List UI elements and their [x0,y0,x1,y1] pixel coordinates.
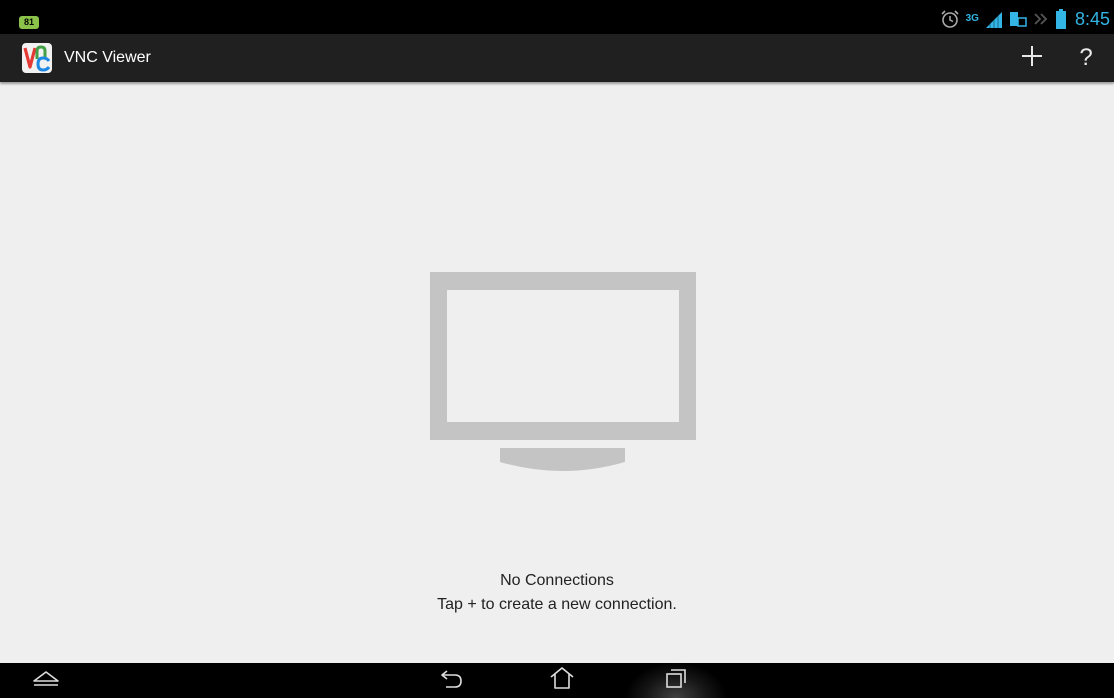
recent-apps-icon [664,667,688,694]
battery-icon [1055,8,1067,30]
empty-state-title: No Connections [500,572,614,589]
android-screen: 81 3G 8:45 VNC Viewer ? No Connections T… [0,0,1114,698]
sim-icon [1009,9,1027,29]
back-button[interactable] [428,663,476,698]
back-icon [439,667,465,694]
help-button[interactable]: ? [1062,34,1110,82]
alarm-icon [940,9,960,29]
clock: 8:45 [1074,9,1110,29]
status-icons: 3G 8:45 [940,6,1110,32]
network-type-label: 3G [965,13,979,24]
app-title: VNC Viewer [64,49,151,66]
menu-chevron-icon [31,668,61,693]
help-icon: ? [1079,44,1093,71]
data-arrows-icon [1033,9,1049,29]
home-button[interactable] [538,663,586,698]
status-bar: 81 3G 8:45 [0,0,1114,34]
plus-icon [1021,45,1043,72]
empty-state-hint: Tap + to create a new connection. [437,596,677,613]
monitor-icon [430,272,696,477]
action-bar: VNC Viewer ? [0,34,1114,82]
notification-badge[interactable]: 81 [19,16,39,29]
navigation-bar [0,663,1114,698]
recent-apps-button[interactable] [626,663,726,698]
menu-button[interactable] [24,663,68,698]
signal-icon [985,9,1003,29]
add-connection-button[interactable] [1008,34,1056,82]
home-icon [549,666,575,695]
vnc-logo-icon [22,43,52,73]
